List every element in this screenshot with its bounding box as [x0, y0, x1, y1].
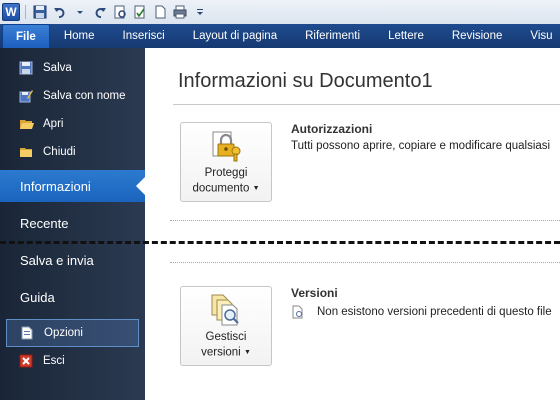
print-preview-icon[interactable] [111, 4, 128, 21]
ribbon-tab-bar: File Home Inserisci Layout di pagina Rif… [0, 24, 560, 48]
customize-toolbar-icon[interactable] [191, 4, 208, 21]
button-label-line2: documento [192, 182, 250, 195]
permissions-description: Tutti possono aprire, copiare e modifica… [291, 140, 551, 152]
sidebar-item-salva-con-nome[interactable]: Salva con nome [0, 82, 145, 110]
sidebar-item-label: Opzioni [44, 327, 83, 339]
sidebar-item-label: Salva con nome [43, 90, 126, 102]
save-as-icon [18, 88, 34, 104]
dashed-separator-line [0, 241, 560, 244]
sidebar-item-label: Salva e invia [20, 252, 94, 268]
dropdown-arrow-icon: ▼ [243, 349, 251, 356]
sidebar-item-salva-e-invia[interactable]: Salva e invia [0, 244, 145, 276]
tab-layout-di-pagina[interactable]: Layout di pagina [179, 24, 291, 48]
manage-versions-label: Gestisci versioni ▼ [201, 330, 251, 361]
tab-revisione[interactable]: Revisione [438, 24, 517, 48]
section-divider [170, 262, 560, 263]
selection-pointer [136, 177, 145, 195]
sidebar-item-label: Salva [43, 62, 72, 74]
tab-home[interactable]: Home [50, 24, 109, 48]
save-icon[interactable] [31, 4, 48, 21]
sidebar-item-apri[interactable]: Apri [0, 110, 145, 138]
button-label-line1: Gestisci [205, 331, 247, 343]
permissions-heading: Autorizzazioni [291, 122, 373, 136]
manage-versions-button[interactable]: Gestisci versioni ▼ [180, 286, 272, 366]
sidebar-item-informazioni[interactable]: Informazioni [0, 170, 145, 202]
sidebar-item-chiudi[interactable]: Chiudi [0, 138, 145, 166]
page-title: Informazioni su Documento1 [178, 70, 433, 92]
print-icon[interactable] [171, 4, 188, 21]
tab-visualizza[interactable]: Visu [516, 24, 560, 48]
toolbar-separator [25, 5, 26, 19]
lock-key-icon [209, 129, 243, 163]
versions-heading: Versioni [291, 286, 338, 300]
button-label-line2: versioni [201, 346, 241, 359]
redo-icon[interactable] [91, 4, 108, 21]
sidebar-item-label: Guida [20, 289, 55, 305]
backstage-content: Informazioni su Documento1 Proteggi docu… [145, 48, 560, 400]
close-folder-icon [18, 144, 34, 160]
backstage-sidebar: Salva Salva con nome Apri Chiudi Informa… [0, 48, 145, 400]
version-document-icon [291, 305, 305, 319]
sidebar-item-label: Informazioni [20, 178, 91, 194]
sidebar-item-label: Recente [20, 215, 69, 231]
protect-document-button[interactable]: Proteggi documento ▼ [180, 122, 272, 202]
spelling-icon[interactable] [131, 4, 148, 21]
dropdown-arrow-icon[interactable] [71, 4, 88, 21]
word-backstage-window: W File Home Inserisci Layout di pagina R… [0, 0, 560, 400]
sidebar-item-esci[interactable]: Esci [0, 347, 145, 375]
open-folder-icon [18, 116, 34, 132]
sidebar-item-guida[interactable]: Guida [0, 281, 145, 313]
word-logo-icon[interactable]: W [2, 3, 20, 21]
section-divider [170, 220, 560, 221]
dropdown-arrow-icon: ▼ [252, 185, 260, 192]
title-divider [173, 104, 560, 105]
protect-document-label: Proteggi documento ▼ [192, 166, 259, 197]
undo-icon[interactable] [51, 4, 68, 21]
sidebar-item-recente[interactable]: Recente [0, 207, 145, 239]
sidebar-item-opzioni[interactable]: Opzioni [6, 319, 139, 347]
button-label-line1: Proteggi [204, 167, 248, 179]
tab-lettere[interactable]: Lettere [374, 24, 438, 48]
versions-description: Non esistono versioni precedenti di ques… [317, 306, 552, 318]
new-document-icon[interactable] [151, 4, 168, 21]
versions-icon [209, 293, 243, 327]
sidebar-item-label: Chiudi [43, 146, 76, 158]
save-icon [18, 60, 34, 76]
options-icon [19, 325, 35, 341]
quick-access-toolbar: W [0, 0, 560, 24]
versions-description-row: Non esistono versioni precedenti di ques… [291, 305, 552, 319]
sidebar-item-salva[interactable]: Salva [0, 54, 145, 82]
exit-icon [18, 353, 34, 369]
sidebar-item-label: Esci [43, 355, 65, 367]
tab-inserisci[interactable]: Inserisci [109, 24, 179, 48]
sidebar-item-label: Apri [43, 118, 64, 130]
tab-riferimenti[interactable]: Riferimenti [291, 24, 374, 48]
tab-file[interactable]: File [2, 24, 50, 48]
